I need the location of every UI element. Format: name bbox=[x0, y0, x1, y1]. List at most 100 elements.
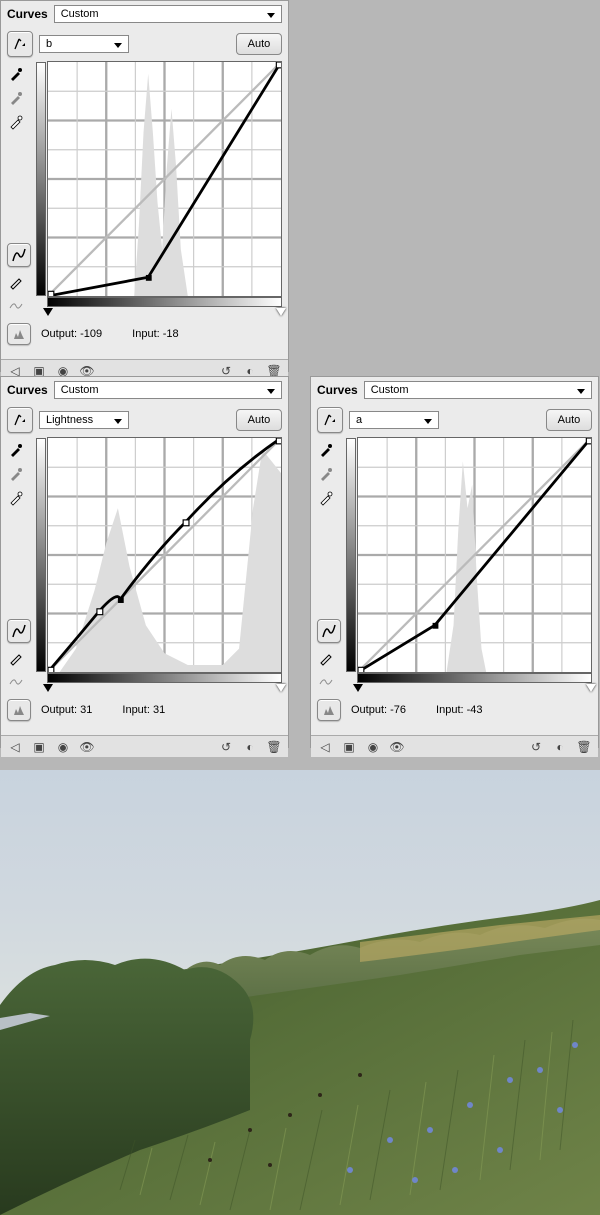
eyedropper-stack bbox=[7, 437, 31, 691]
panel-footer: ◁ ▣ ◉ 👁 ↺ ◐ 🗑 bbox=[311, 735, 598, 757]
channel-row: Lightness Auto bbox=[1, 403, 288, 437]
curve-mode-button[interactable] bbox=[317, 619, 341, 643]
panel-header: Curves Custom bbox=[311, 377, 598, 403]
curves-panel-a: Curves Custom a Auto bbox=[310, 376, 599, 748]
histogram-toggle-icon[interactable] bbox=[7, 323, 31, 345]
preset-value: Custom bbox=[61, 8, 99, 20]
panel-footer: ◁ ▣ ◉ 👁 ↺ ◐ 🗑 bbox=[1, 735, 288, 757]
readout-row: Output: -76 Input: -43 bbox=[311, 697, 598, 727]
clip-icon[interactable]: ▣ bbox=[31, 739, 47, 755]
curve-mode-button[interactable] bbox=[7, 243, 31, 267]
prev-state-icon[interactable]: ◐ bbox=[242, 739, 258, 755]
pencil-mode-icon[interactable] bbox=[7, 273, 25, 291]
auto-button[interactable]: Auto bbox=[236, 409, 282, 431]
io-readout: Output: -76 Input: -43 bbox=[345, 704, 592, 716]
preset-value: Custom bbox=[371, 384, 409, 396]
prev-state-icon[interactable]: ◐ bbox=[552, 739, 568, 755]
smooth-icon[interactable] bbox=[317, 673, 335, 691]
back-icon[interactable]: ◁ bbox=[317, 739, 333, 755]
pencil-mode-icon[interactable] bbox=[317, 649, 335, 667]
gray-eyedropper-icon[interactable] bbox=[7, 465, 25, 483]
visibility-icon[interactable]: 👁 bbox=[389, 739, 405, 755]
channel-row: a Auto bbox=[311, 403, 598, 437]
pencil-mode-icon[interactable] bbox=[7, 649, 25, 667]
io-readout: Output: -109 Input: -18 bbox=[35, 328, 282, 340]
smooth-icon[interactable] bbox=[7, 297, 25, 315]
channel-select[interactable]: a bbox=[349, 411, 439, 429]
black-eyedropper-icon[interactable] bbox=[317, 441, 335, 459]
white-eyedropper-icon[interactable] bbox=[7, 489, 25, 507]
curves-graph[interactable] bbox=[47, 437, 282, 673]
white-point-slider[interactable] bbox=[276, 308, 286, 316]
curves-graph[interactable] bbox=[47, 61, 282, 297]
preset-select[interactable]: Custom bbox=[54, 5, 282, 23]
black-point-slider[interactable] bbox=[43, 684, 53, 692]
curve-mode-button[interactable] bbox=[7, 619, 31, 643]
output-gradient bbox=[36, 438, 46, 672]
preset-value: Custom bbox=[61, 384, 99, 396]
output-label: Output: bbox=[41, 704, 77, 716]
graph-area bbox=[1, 437, 288, 697]
white-eyedropper-icon[interactable] bbox=[7, 113, 25, 131]
output-value: -109 bbox=[80, 328, 102, 340]
black-eyedropper-icon[interactable] bbox=[7, 441, 25, 459]
io-readout: Output: 31 Input: 31 bbox=[35, 704, 282, 716]
back-icon[interactable]: ◁ bbox=[7, 739, 23, 755]
input-label: Input: bbox=[436, 704, 464, 716]
auto-label: Auto bbox=[248, 38, 271, 50]
mask-icon[interactable]: ◉ bbox=[365, 739, 381, 755]
output-label: Output: bbox=[351, 704, 387, 716]
input-label: Input: bbox=[122, 704, 150, 716]
clip-icon[interactable]: ▣ bbox=[341, 739, 357, 755]
auto-button[interactable]: Auto bbox=[236, 33, 282, 55]
visibility-icon[interactable]: 👁 bbox=[79, 739, 95, 755]
targeted-adjust-tool[interactable] bbox=[7, 31, 33, 57]
preview-image bbox=[0, 770, 600, 1215]
gray-eyedropper-icon[interactable] bbox=[7, 89, 25, 107]
graph-area bbox=[1, 61, 288, 321]
reset-icon[interactable]: ↺ bbox=[528, 739, 544, 755]
channel-value: Lightness bbox=[46, 414, 93, 426]
curves-graph[interactable] bbox=[357, 437, 592, 673]
white-eyedropper-icon[interactable] bbox=[317, 489, 335, 507]
input-gradient bbox=[357, 673, 592, 683]
channel-select[interactable]: Lightness bbox=[39, 411, 129, 429]
channel-row: b Auto bbox=[1, 27, 288, 61]
black-point-slider[interactable] bbox=[353, 684, 363, 692]
auto-button[interactable]: Auto bbox=[546, 409, 592, 431]
targeted-adjust-tool[interactable] bbox=[7, 407, 33, 433]
graph-area bbox=[311, 437, 598, 697]
eyedropper-stack bbox=[7, 61, 31, 315]
preset-select[interactable]: Custom bbox=[364, 381, 592, 399]
output-gradient bbox=[36, 62, 46, 296]
black-point-slider[interactable] bbox=[43, 308, 53, 316]
preset-select[interactable]: Custom bbox=[54, 381, 282, 399]
readout-row: Output: -109 Input: -18 bbox=[1, 321, 288, 351]
histogram-toggle-icon[interactable] bbox=[7, 699, 31, 721]
input-label: Input: bbox=[132, 328, 160, 340]
eyedropper-stack bbox=[317, 437, 341, 691]
black-eyedropper-icon[interactable] bbox=[7, 65, 25, 83]
output-label: Output: bbox=[41, 328, 77, 340]
input-value: 31 bbox=[153, 704, 165, 716]
white-point-slider[interactable] bbox=[276, 684, 286, 692]
white-point-slider[interactable] bbox=[586, 684, 596, 692]
reset-icon[interactable]: ↺ bbox=[218, 739, 234, 755]
channel-select[interactable]: b bbox=[39, 35, 129, 53]
input-value: -43 bbox=[467, 704, 483, 716]
trash-icon[interactable]: 🗑 bbox=[266, 739, 282, 755]
gray-eyedropper-icon[interactable] bbox=[317, 465, 335, 483]
input-gradient bbox=[47, 673, 282, 683]
mask-icon[interactable]: ◉ bbox=[55, 739, 71, 755]
panel-title: Curves bbox=[7, 7, 48, 21]
trash-icon[interactable]: 🗑 bbox=[576, 739, 592, 755]
output-value: 31 bbox=[80, 704, 92, 716]
curves-panel-b: Curves Custom b Auto bbox=[0, 0, 289, 372]
panel-title: Curves bbox=[7, 383, 48, 397]
targeted-adjust-tool[interactable] bbox=[317, 407, 343, 433]
output-value: -76 bbox=[390, 704, 406, 716]
smooth-icon[interactable] bbox=[7, 673, 25, 691]
histogram-toggle-icon[interactable] bbox=[317, 699, 341, 721]
panel-header: Curves Custom bbox=[1, 377, 288, 403]
auto-label: Auto bbox=[558, 414, 581, 426]
